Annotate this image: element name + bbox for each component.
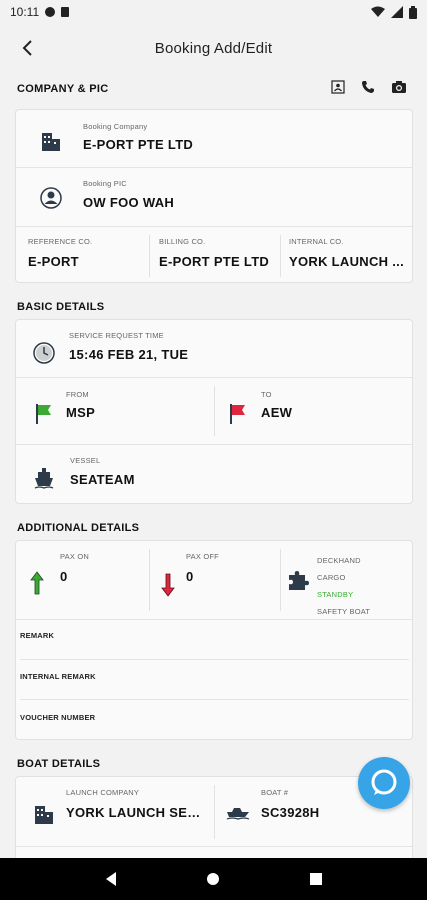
reference-co-cell[interactable]: REFERENCE CO. E-PORT — [28, 237, 146, 269]
billing-co-label: BILLING CO. — [159, 237, 206, 246]
nav-back-icon[interactable] — [104, 871, 118, 887]
pax-on-value: 0 — [60, 569, 68, 584]
internal-remark-label: INTERNAL REMARK — [20, 672, 96, 681]
service-standby: STANDBY — [317, 590, 354, 599]
status-time: 10:11 — [10, 5, 40, 19]
back-button[interactable] — [16, 36, 40, 60]
services-cell[interactable]: DECKHAND CARGO STANDBY SAFETY BOAT — [281, 541, 413, 619]
building-icon — [35, 806, 53, 824]
remark-field[interactable]: REMARK — [20, 620, 409, 660]
service-time-label: SERVICE REQUEST TIME — [69, 331, 164, 340]
pax-on-label: PAX ON — [60, 552, 89, 561]
puzzle-icon — [289, 571, 309, 590]
internal-co-cell[interactable]: INTERNAL CO. YORK LAUNCH ... — [289, 237, 407, 269]
pax-off-value: 0 — [186, 569, 194, 584]
section-heading-additional: ADDITIONAL DETAILS — [17, 522, 140, 534]
launch-company-cell[interactable]: LAUNCH COMPANY YORK LAUNCH SER... — [16, 777, 214, 846]
green-flag-icon — [36, 404, 51, 424]
booking-company-label: Booking Company — [83, 122, 148, 131]
building-icon — [42, 133, 60, 151]
company-codes-row: REFERENCE CO. E-PORT BILLING CO. E-PORT … — [16, 227, 412, 283]
to-value: AEW — [261, 405, 293, 420]
reference-co-label: REFERENCE CO. — [28, 237, 93, 246]
chevron-left-icon — [22, 40, 32, 56]
from-cell[interactable]: FROM MSP — [16, 378, 214, 444]
service-safety-boat: SAFETY BOAT — [317, 607, 371, 616]
page-title: Booking Add/Edit — [154, 39, 273, 57]
internal-co-label: INTERNAL CO. — [289, 237, 344, 246]
internal-remark-field[interactable]: INTERNAL REMARK — [20, 660, 409, 700]
voucher-number-label: VOUCHER NUMBER — [20, 713, 96, 722]
booking-pic-value: OW FOO WAH — [83, 195, 175, 210]
remark-label: REMARK — [20, 631, 55, 640]
divider — [280, 235, 281, 277]
booking-form: COMPANY & PIC Booking Company E-PORT PTE… — [0, 72, 427, 858]
app-bar: Booking Add/Edit — [0, 24, 427, 72]
pax-on-cell[interactable]: PAX ON 0 — [16, 541, 149, 619]
chat-bubble-icon — [371, 769, 397, 795]
to-cell[interactable]: TO AEW — [215, 378, 413, 444]
pax-off-cell[interactable]: PAX OFF 0 — [150, 541, 280, 619]
red-flag-icon — [230, 404, 245, 424]
service-cargo: CARGO — [317, 573, 346, 582]
vessel-row[interactable]: VESSEL SEATEAM — [16, 445, 412, 504]
basic-card: SERVICE REQUEST TIME 15:46 FEB 21, TUE F… — [15, 319, 413, 504]
status-bar: 10:11 — [0, 0, 427, 24]
arrow-up-icon — [30, 571, 44, 595]
boat-row: LAUNCH COMPANY YORK LAUNCH SER... BOAT #… — [16, 777, 412, 847]
signal-icon — [391, 6, 403, 18]
ship-icon — [34, 468, 54, 489]
boat-card: LAUNCH COMPANY YORK LAUNCH SER... BOAT #… — [15, 776, 413, 858]
contact-card-icon[interactable] — [331, 80, 345, 94]
camera-icon[interactable] — [391, 80, 407, 94]
nav-home-icon[interactable] — [206, 872, 220, 886]
sim-icon — [61, 7, 70, 17]
pax-off-label: PAX OFF — [186, 552, 219, 561]
system-nav-bar — [0, 858, 427, 900]
launch-company-label: LAUNCH COMPANY — [66, 788, 140, 797]
to-label: TO — [261, 390, 272, 399]
phone-icon[interactable] — [361, 80, 375, 94]
notification-icon — [45, 7, 56, 17]
booking-company-row[interactable]: Booking Company E-PORT PTE LTD — [16, 110, 412, 168]
chat-button[interactable] — [358, 757, 410, 809]
vessel-value: SEATEAM — [70, 472, 135, 487]
nav-recents-icon[interactable] — [309, 872, 323, 886]
battery-icon — [409, 5, 417, 19]
additional-card: PAX ON 0 PAX OFF 0 DECKHAND CARGO STANDB… — [15, 540, 413, 740]
booking-pic-row[interactable]: Booking PIC OW FOO WAH — [16, 168, 412, 227]
divider — [149, 235, 150, 277]
section-heading-basic: BASIC DETAILS — [17, 301, 105, 313]
vessel-label: VESSEL — [70, 456, 101, 465]
pax-services-row: PAX ON 0 PAX OFF 0 DECKHAND CARGO STANDB… — [16, 541, 412, 620]
boat-number-label: BOAT # — [261, 788, 289, 797]
boat-icon — [226, 808, 250, 820]
route-row: FROM MSP TO AEW — [16, 378, 412, 445]
person-icon — [40, 187, 62, 209]
wifi-icon — [371, 6, 385, 17]
section-heading-boat: BOAT DETAILS — [17, 758, 101, 770]
billing-co-cell[interactable]: BILLING CO. E-PORT PTE LTD — [159, 237, 279, 269]
service-deckhand: DECKHAND — [317, 556, 361, 565]
services-list: DECKHAND CARGO STANDBY SAFETY BOAT — [317, 552, 370, 620]
billing-co-value: E-PORT PTE LTD — [159, 254, 270, 269]
internal-co-value: YORK LAUNCH ... — [289, 254, 404, 269]
company-card: Booking Company E-PORT PTE LTD Booking P… — [15, 109, 413, 283]
voucher-number-field[interactable]: VOUCHER NUMBER — [20, 700, 409, 740]
booking-company-value: E-PORT PTE LTD — [83, 137, 194, 152]
service-time-value: 15:46 FEB 21, TUE — [69, 347, 189, 362]
arrow-down-icon — [161, 573, 175, 597]
service-time-row[interactable]: SERVICE REQUEST TIME 15:46 FEB 21, TUE — [16, 320, 412, 378]
launch-company-value: YORK LAUNCH SER... — [66, 805, 208, 820]
header-actions — [331, 80, 407, 94]
boat-number-value: SC3928H — [261, 805, 320, 820]
from-value: MSP — [66, 405, 96, 420]
section-heading-company-pic: COMPANY & PIC — [17, 83, 109, 95]
booking-pic-label: Booking PIC — [83, 179, 127, 188]
reference-co-value: E-PORT — [28, 254, 79, 269]
clock-icon — [33, 342, 55, 364]
from-label: FROM — [66, 390, 89, 399]
